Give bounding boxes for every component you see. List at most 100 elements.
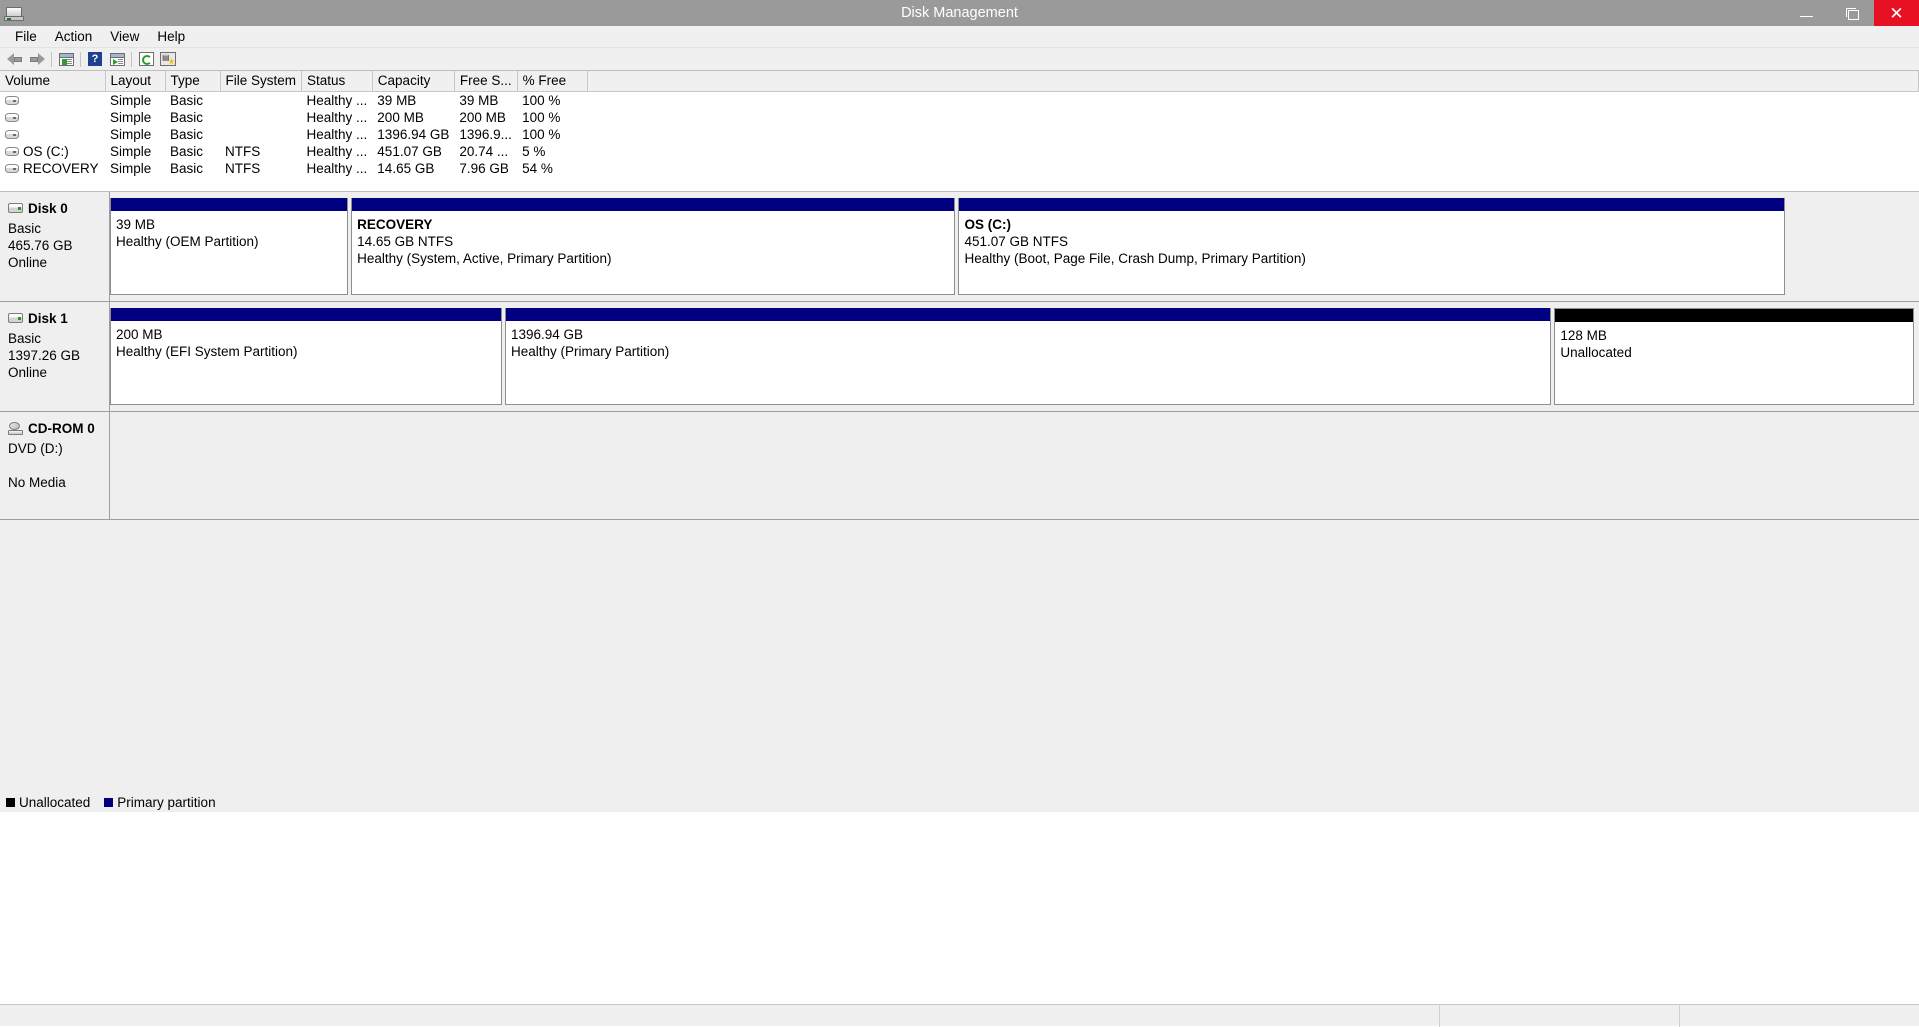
cell-volume: RECOVERY [0,160,105,177]
close-button[interactable]: ✕ [1874,0,1919,26]
cell-volume [0,126,105,143]
status-cell-trailing [1680,1005,1919,1027]
refresh-icon[interactable] [135,49,157,69]
table-row[interactable]: OS (C:) Simple Basic NTFS Healthy ... 45… [0,143,1919,160]
menu-bar: File Action View Help [0,26,1919,48]
graphical-disk-pane: Disk 0 Basic 465.76 GB Online 39 MB Heal… [0,192,1919,812]
cdrom-status: No Media [8,474,109,491]
cell-percent-free: 5 % [517,143,587,160]
column-header-status[interactable]: Status [302,71,373,91]
toolbar: ? ▤ [0,48,1919,71]
disk-status: Online [8,254,109,271]
legend: Unallocated Primary partition [0,792,1919,812]
partition-usage-bar [352,198,954,211]
cell-capacity: 39 MB [372,91,454,109]
back-arrow-icon[interactable] [4,49,26,69]
cell-free-space: 39 MB [454,91,517,109]
hard-disk-icon [8,203,23,213]
partition-primary-1396[interactable]: 1396.94 GB Healthy (Primary Partition) [505,308,1551,405]
partition-os-c[interactable]: OS (C:) 451.07 GB NTFS Healthy (Boot, Pa… [958,198,1784,295]
cell-filler [587,160,1918,177]
disk-info-disk-1[interactable]: Disk 1 Basic 1397.26 GB Online [0,302,110,411]
partition-oem[interactable]: 39 MB Healthy (OEM Partition) [110,198,348,295]
column-header-free-space[interactable]: Free S... [454,71,517,91]
cell-file-system: NTFS [220,143,302,160]
menu-help[interactable]: Help [148,27,194,46]
menu-view[interactable]: View [101,27,148,46]
disk-0-trailing-space [1788,198,1914,295]
disk-name: Disk 0 [28,200,68,217]
disk-type: Basic [8,330,109,347]
partition-usage-bar [111,198,347,211]
legend-primary-partition: Primary partition [104,795,215,810]
cell-free-space: 200 MB [454,109,517,126]
cell-type: Basic [165,91,220,109]
legend-unallocated: Unallocated [6,795,90,810]
disk-info-disk-0[interactable]: Disk 0 Basic 465.76 GB Online [0,192,110,301]
rescan-disks-icon[interactable]: ▤ [157,49,179,69]
partition-size: 39 MB [116,216,342,233]
column-header-layout[interactable]: Layout [105,71,165,91]
cdrom-media-area [110,412,1919,519]
partition-size: 1396.94 GB [511,326,1545,343]
partition-usage-bar [506,308,1550,321]
volume-table: Volume Layout Type File System Status Ca… [0,71,1919,177]
forward-arrow-icon[interactable] [26,49,48,69]
disk-row-cdrom-0[interactable]: CD-ROM 0 DVD (D:) No Media [0,412,1919,520]
hard-disk-icon [8,313,23,323]
cell-capacity: 14.65 GB [372,160,454,177]
column-header-file-system[interactable]: File System [220,71,302,91]
minimize-button[interactable] [1784,0,1829,26]
partition-size: 14.65 GB NTFS [357,233,949,250]
legend-primary-label: Primary partition [117,795,215,810]
table-row[interactable]: RECOVERY Simple Basic NTFS Healthy ... 1… [0,160,1919,177]
cell-free-space: 1396.9... [454,126,517,143]
menu-action[interactable]: Action [46,27,102,46]
cell-percent-free: 54 % [517,160,587,177]
partition-status: Healthy (System, Active, Primary Partiti… [357,250,949,267]
table-row[interactable]: Simple Basic Healthy ... 200 MB 200 MB 1… [0,109,1919,126]
cell-status: Healthy ... [302,126,373,143]
cell-type: Basic [165,109,220,126]
cell-free-space: 20.74 ... [454,143,517,160]
partition-status: Healthy (EFI System Partition) [116,343,496,360]
unallocated-swatch-icon [6,798,15,807]
window-title: Disk Management [0,0,1919,26]
partition-size: 128 MB [1560,327,1908,344]
cell-file-system [220,91,302,109]
partition-unallocated[interactable]: 128 MB Unallocated [1554,308,1914,405]
table-row[interactable]: Simple Basic Healthy ... 39 MB 39 MB 100… [0,91,1919,109]
show-hide-action-pane-icon[interactable] [106,49,128,69]
partition-label: RECOVERY [357,216,949,233]
table-row[interactable]: Simple Basic Healthy ... 1396.94 GB 1396… [0,126,1919,143]
partition-recovery[interactable]: RECOVERY 14.65 GB NTFS Healthy (System, … [351,198,955,295]
disk-info-cdrom-0[interactable]: CD-ROM 0 DVD (D:) No Media [0,412,110,519]
title-bar[interactable]: Disk Management ✕ [0,0,1919,26]
maximize-restore-button[interactable] [1829,0,1874,26]
show-hide-console-tree-icon[interactable] [55,49,77,69]
cell-status: Healthy ... [302,160,373,177]
cell-type: Basic [165,143,220,160]
toolbar-separator [131,52,132,67]
disk-row-disk-0[interactable]: Disk 0 Basic 465.76 GB Online 39 MB Heal… [0,192,1919,302]
toolbar-separator [51,52,52,67]
graphical-pane-empty-area [0,520,1919,788]
disk-title-cdrom-0: CD-ROM 0 [8,420,109,437]
primary-partition-swatch-icon [104,798,113,807]
column-header-volume[interactable]: Volume [0,71,105,91]
cell-percent-free: 100 % [517,109,587,126]
toolbar-separator [80,52,81,67]
partition-efi-system[interactable]: 200 MB Healthy (EFI System Partition) [110,308,502,405]
column-header-type[interactable]: Type [165,71,220,91]
partition-usage-bar [1555,309,1913,322]
help-icon[interactable]: ? [84,49,106,69]
menu-file[interactable]: File [6,27,46,46]
partition-usage-bar [959,198,1783,211]
cell-volume [0,91,105,109]
help-glyph: ? [88,52,102,66]
disk-row-disk-1[interactable]: Disk 1 Basic 1397.26 GB Online 200 MB He… [0,302,1919,412]
column-header-capacity[interactable]: Capacity [372,71,454,91]
cell-volume [0,109,105,126]
cell-file-system [220,126,302,143]
column-header-percent-free[interactable]: % Free [517,71,587,91]
